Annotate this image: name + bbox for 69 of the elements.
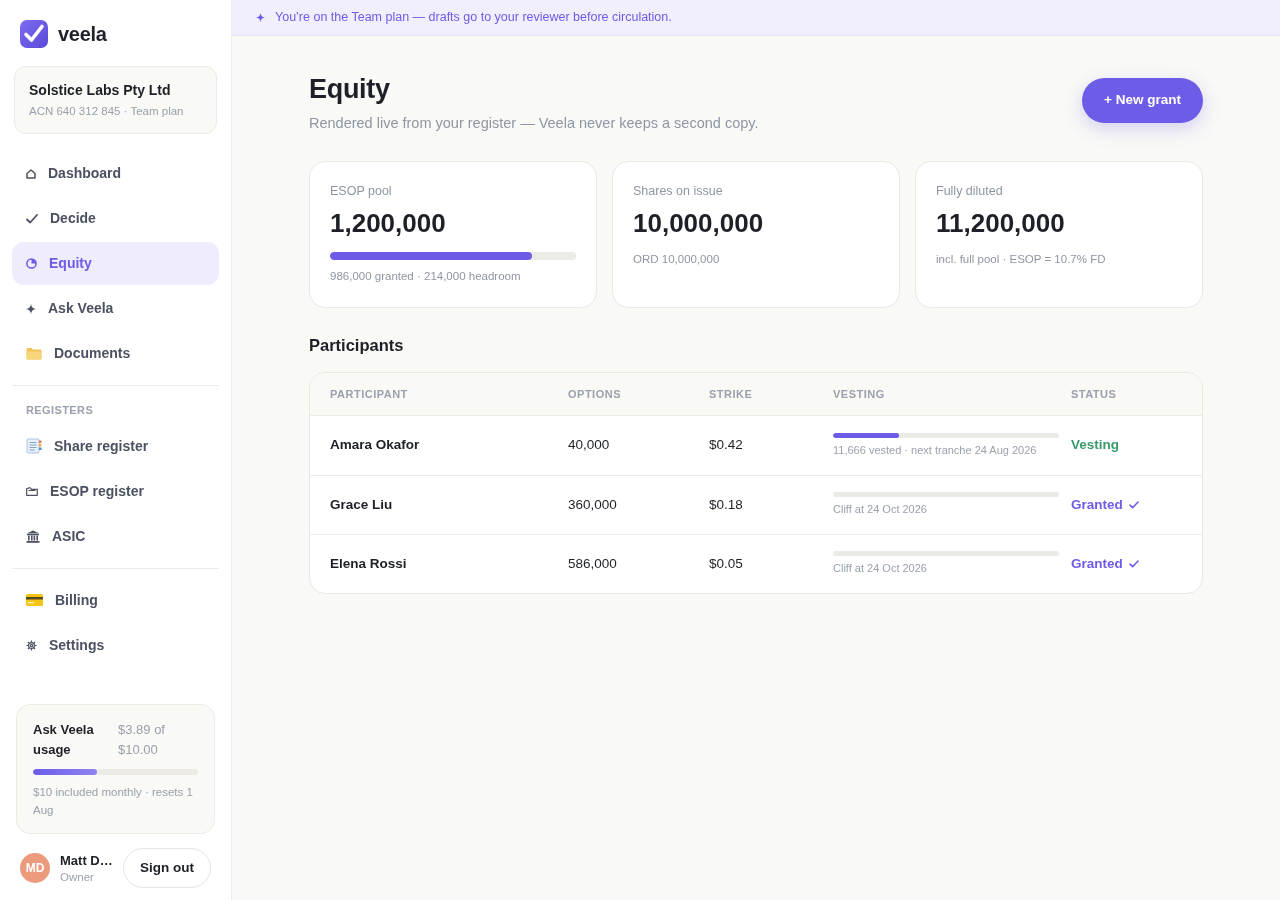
sign-out-button[interactable]: Sign out	[123, 848, 211, 888]
section-heading: REGISTERS	[25, 403, 95, 418]
column-header: STRIKE	[709, 386, 754, 402]
pie-chart-icon	[26, 258, 37, 269]
nav-item[interactable]: ASIC	[12, 514, 219, 558]
check-icon	[26, 213, 38, 224]
status-label: Granted	[1071, 554, 1123, 573]
options-cell-text: 40,000	[568, 436, 611, 455]
page-title: Equity	[309, 73, 391, 106]
usage-title: Ask Veela usage	[33, 721, 95, 759]
section-title: Participants	[309, 334, 405, 356]
sparkle-icon	[26, 303, 36, 314]
nav-item[interactable]: Settings	[12, 623, 219, 667]
nav-item[interactable]: Ask Veela	[12, 287, 219, 330]
house-icon	[26, 168, 36, 179]
stat-value: 10,000,000	[633, 206, 765, 239]
participant-name: Amara Okafor	[330, 436, 421, 455]
column-header: PARTICIPANT	[330, 386, 409, 402]
strike-cell-text: $0.42	[709, 436, 744, 455]
credit-card-icon	[26, 594, 43, 606]
folder-icon	[26, 347, 42, 360]
nav-item[interactable]: Equity	[12, 242, 219, 285]
stat-value: 1,200,000	[330, 206, 447, 239]
bank-building-icon	[26, 529, 40, 543]
status-label: Vesting	[1071, 436, 1119, 455]
strike-cell-text: $0.05	[709, 554, 744, 573]
new-grant-button[interactable]: + New grant	[1082, 78, 1203, 123]
stat-label: ESOP pool	[330, 182, 393, 199]
user-role: Owner	[60, 869, 95, 885]
vesting-note: 11,666 vested · next tranche 24 Aug 2026	[833, 442, 1038, 458]
usage-note: $10 included monthly · resets 1 Aug	[33, 785, 194, 818]
banner-text: You’re on the Team plan — drafts go to your reviewer before circulation.	[275, 9, 672, 27]
stat-note: incl. full pool · ESOP = 10.7% FD	[936, 251, 1107, 267]
org-meta: ACN 640 312 845 · Team plan	[29, 104, 185, 119]
strike-cell-text: $0.18	[709, 495, 744, 514]
page-subtitle: Rendered live from your register — Veela never keeps a second copy.	[309, 114, 759, 133]
document-icon	[26, 438, 42, 454]
column-header: OPTIONS	[568, 386, 622, 402]
column-header: VESTING	[833, 386, 886, 402]
logo-check-icon	[20, 20, 48, 48]
stat-label: Fully diluted	[936, 182, 1004, 199]
stat-label: Shares on issue	[633, 182, 724, 199]
stat-note: ORD 10,000,000	[633, 251, 721, 267]
stat-value: 11,200,000	[936, 206, 1066, 239]
check-icon	[1128, 500, 1139, 509]
usage-amount: $3.89 of $10.00	[118, 721, 166, 759]
status-label: Granted	[1071, 495, 1123, 514]
org-name: Solstice Labs Pty Ltd	[29, 81, 172, 100]
nav-item[interactable]: ESOP register	[12, 469, 219, 513]
options-cell-text: 586,000	[568, 554, 618, 573]
user-name: Matt D…	[60, 851, 113, 869]
nav-item[interactable]: Documents	[12, 332, 219, 375]
brand-name: veela	[58, 22, 107, 47]
vesting-note: Cliff at 24 Oct 2026	[833, 502, 928, 518]
folder-outline-icon	[26, 486, 38, 496]
nav-item[interactable]: Share register	[12, 424, 219, 468]
participant-name: Grace Liu	[330, 495, 394, 514]
sparkle-icon	[256, 13, 265, 22]
column-header: STATUS	[1071, 386, 1118, 402]
nav-item[interactable]: Dashboard	[12, 152, 219, 195]
settings-icon	[26, 639, 37, 651]
vesting-note: Cliff at 24 Oct 2026	[833, 561, 928, 577]
nav-item[interactable]: Decide	[12, 197, 219, 240]
avatar: MD	[20, 853, 50, 883]
participant-name: Elena Rossi	[330, 554, 408, 573]
stat-note: 986,000 granted · 214,000 headroom	[330, 268, 522, 284]
options-cell-text: 360,000	[568, 495, 618, 514]
nav-item[interactable]: Billing	[12, 578, 219, 622]
check-icon	[1128, 559, 1139, 568]
